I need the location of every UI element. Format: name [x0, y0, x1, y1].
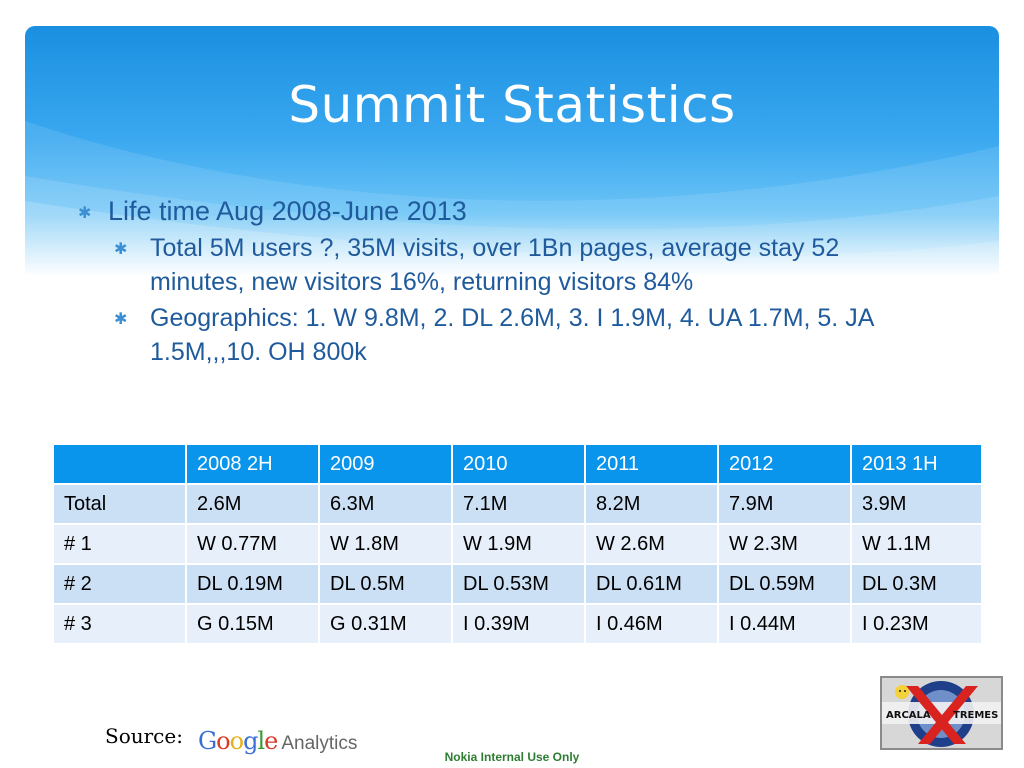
- bullet-item: ✱ Life time Aug 2008-June 2013: [78, 193, 908, 229]
- asterisk-icon: ✱: [114, 241, 128, 258]
- table-row: Total 2.6M 6.3M 7.1M 8.2M 7.9M 3.9M: [52, 483, 983, 525]
- table-cell: DL 0.61M: [584, 563, 719, 605]
- table-cell: 2.6M: [185, 483, 320, 525]
- asterisk-icon: ✱: [78, 205, 92, 222]
- table-cell: 6.3M: [318, 483, 453, 525]
- bullet-list: ✱ Life time Aug 2008-June 2013 ✱ Total 5…: [78, 193, 908, 369]
- header-cell: 2012: [717, 443, 852, 485]
- table-cell: I 0.39M: [451, 603, 586, 645]
- table-cell: # 3: [52, 603, 187, 645]
- table-cell: Total: [52, 483, 187, 525]
- svg-text:TREMES: TREMES: [953, 710, 998, 721]
- table-cell: I 0.44M: [717, 603, 852, 645]
- table-cell: W 1.8M: [318, 523, 453, 565]
- table-cell: DL 0.53M: [451, 563, 586, 605]
- slide-title: Summit Statistics: [288, 76, 736, 134]
- table-row: # 3 G 0.15M G 0.31M I 0.39M I 0.46M I 0.…: [52, 603, 983, 645]
- table-cell: DL 0.19M: [185, 563, 320, 605]
- table-cell: W 1.9M: [451, 523, 586, 565]
- header-cell: [52, 443, 187, 485]
- table-cell: W 2.3M: [717, 523, 852, 565]
- table-cell: I 0.46M: [584, 603, 719, 645]
- table-cell: W 2.6M: [584, 523, 719, 565]
- table-cell: W 1.1M: [850, 523, 983, 565]
- sub-bullet-item: ✱ Geographics: 1. W 9.8M, 2. DL 2.6M, 3.…: [114, 301, 908, 369]
- table-cell: DL 0.59M: [717, 563, 852, 605]
- bullet-text: Geographics: 1. W 9.8M, 2. DL 2.6M, 3. I…: [150, 304, 873, 366]
- table-cell: I 0.23M: [850, 603, 983, 645]
- table-cell: G 0.15M: [185, 603, 320, 645]
- svg-text:ARCALA: ARCALA: [886, 710, 931, 721]
- sub-bullet-item: ✱ Total 5M users ?, 35M visits, over 1Bn…: [114, 231, 908, 299]
- table-row: # 2 DL 0.19M DL 0.5M DL 0.53M DL 0.61M D…: [52, 563, 983, 605]
- statistics-table: 2008 2H 2009 2010 2011 2012 2013 1H Tota…: [52, 443, 983, 645]
- header-cell: 2013 1H: [850, 443, 983, 485]
- table-cell: # 1: [52, 523, 187, 565]
- table-cell: DL 0.3M: [850, 563, 983, 605]
- source-label: Source:: [105, 724, 183, 748]
- table-cell: # 2: [52, 563, 187, 605]
- table-cell: DL 0.5M: [318, 563, 453, 605]
- header-cell: 2011: [584, 443, 719, 485]
- header-cell: 2009: [318, 443, 453, 485]
- table-cell: 7.9M: [717, 483, 852, 525]
- table-cell: 3.9M: [850, 483, 983, 525]
- table-cell: W 0.77M: [185, 523, 320, 565]
- arcala-xtremes-logo: ARCALA TREMES: [880, 676, 1003, 750]
- table-row: # 1 W 0.77M W 1.8M W 1.9M W 2.6M W 2.3M …: [52, 523, 983, 565]
- asterisk-icon: ✱: [114, 311, 128, 328]
- bullet-text: Total 5M users ?, 35M visits, over 1Bn p…: [150, 234, 840, 296]
- table-cell: G 0.31M: [318, 603, 453, 645]
- table-cell: 8.2M: [584, 483, 719, 525]
- confidentiality-notice: Nokia Internal Use Only: [444, 750, 580, 764]
- header-cell: 2010: [451, 443, 586, 485]
- bullet-text: Life time Aug 2008-June 2013: [108, 196, 467, 226]
- table-cell: 7.1M: [451, 483, 586, 525]
- header-cell: 2008 2H: [185, 443, 320, 485]
- table-header-row: 2008 2H 2009 2010 2011 2012 2013 1H: [52, 443, 983, 485]
